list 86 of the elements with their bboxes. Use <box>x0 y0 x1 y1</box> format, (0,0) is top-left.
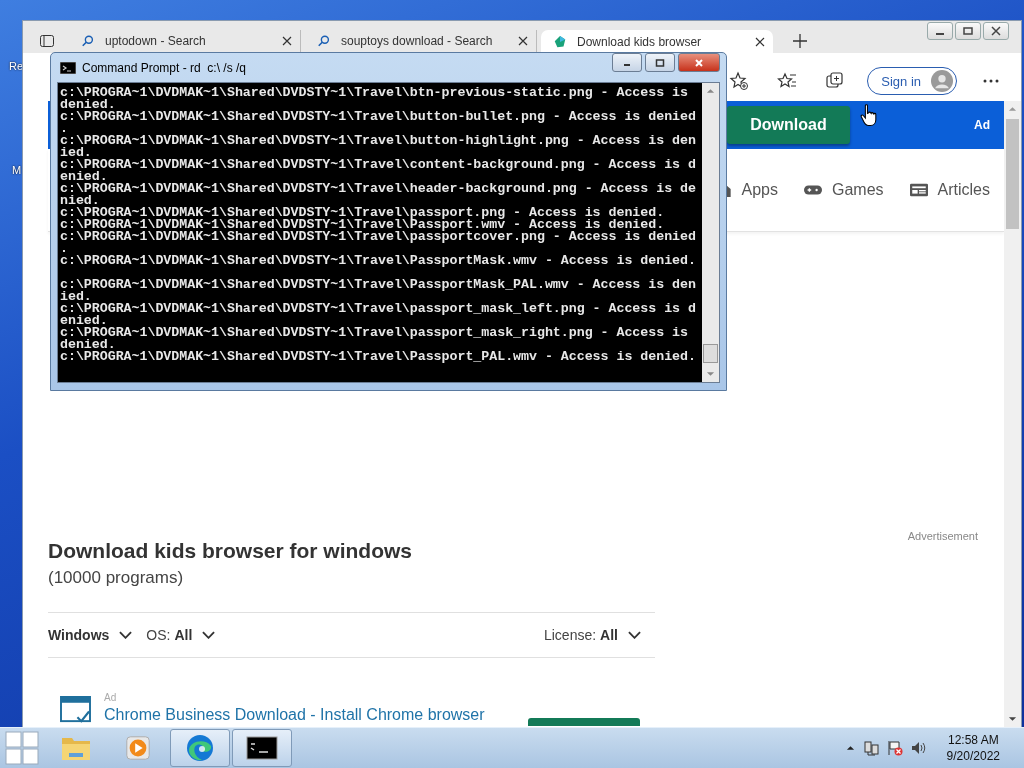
browser-window-icon <box>60 696 91 725</box>
console-line: c:\PROGRA~1\DVDMAK~1\Shared\DVDSTY~1\Travel\btn-previous-static.png - Access is <box>60 87 689 99</box>
console-line: c:\PROGRA~1\DVDMAK~1\Shared\DVDSTY~1\Travel\PassportMask_PAL.wmv - Access is den <box>60 279 697 291</box>
collections-icon[interactable] <box>825 71 846 91</box>
restore-button[interactable] <box>955 22 981 40</box>
scroll-thumb[interactable] <box>703 344 718 363</box>
close-icon <box>991 26 1001 36</box>
console-line: . <box>60 123 68 135</box>
clock[interactable]: 12:58 AM 9/20/2022 <box>946 732 1000 764</box>
scrollbar[interactable] <box>1004 101 1021 727</box>
scroll-up-icon[interactable] <box>706 88 715 94</box>
console-line: ied. <box>60 147 92 159</box>
nav-link[interactable]: Games <box>803 181 884 199</box>
search-icon <box>317 34 331 48</box>
ad-link[interactable]: Chrome Business Download - Install Chrome browser <box>104 706 485 724</box>
os-filter[interactable]: OS: All <box>146 627 216 643</box>
newspaper-icon <box>909 182 928 198</box>
avatar-icon <box>931 70 953 92</box>
close-icon[interactable] <box>518 36 528 46</box>
console-line: c:\PROGRA~1\DVDMAK~1\Shared\DVDSTY~1\Travel\passportcover.png - Access is denied <box>60 231 697 243</box>
add-favorite-icon[interactable] <box>729 71 750 91</box>
site-icon <box>553 34 567 49</box>
chevron-down-icon <box>628 631 641 639</box>
console-line: denied. <box>60 99 116 111</box>
sign-in-button[interactable]: Sign in <box>867 67 957 95</box>
media-player-icon <box>124 734 152 762</box>
ad-label: Ad <box>974 118 990 132</box>
scroll-thumb[interactable] <box>1006 119 1019 229</box>
console-line: ied. <box>60 291 92 303</box>
close-icon <box>694 57 704 68</box>
hand-cursor-icon <box>860 104 877 127</box>
browser-icon <box>185 733 215 763</box>
console-line: denied. <box>60 339 116 351</box>
console-line: c:\PROGRA~1\DVDMAK~1\Shared\DVDSTY~1\Travel\Passport.wmv - Access is denied. <box>60 219 665 231</box>
minimize-button[interactable] <box>927 22 953 40</box>
restore-icon <box>963 26 973 36</box>
chevron-down-icon <box>202 631 216 639</box>
program-count: (10000 programs) <box>48 568 185 588</box>
page-heading: Download kids browser for windows <box>48 538 414 564</box>
console-icon <box>246 736 278 760</box>
maximize-icon <box>655 57 665 68</box>
license-filter[interactable]: License: All <box>543 627 641 643</box>
console-line: c:\PROGRA~1\DVDMAK~1\Shared\DVDSTY~1\Travel\passport_mask_right.png - Access is <box>60 327 689 339</box>
console-line: enied. <box>60 315 108 327</box>
console-line: c:\PROGRA~1\DVDMAK~1\Shared\DVDSTY~1\Travel\Passport_PAL.wmv - Access is denied. <box>60 351 697 363</box>
browser-tab[interactable]: Download kids browser <box>541 30 773 53</box>
desktop-icon-label[interactable]: Re <box>9 60 24 72</box>
minimize-icon <box>624 64 630 66</box>
close-button[interactable] <box>983 22 1009 40</box>
console-line: c:\PROGRA~1\DVDMAK~1\Shared\DVDSTY~1\Travel\button-highlight.png - Access is den <box>60 135 697 147</box>
ad-label: Ad <box>104 692 118 703</box>
maximize-button[interactable] <box>645 53 675 72</box>
volume-icon[interactable] <box>910 740 927 756</box>
platform-filter[interactable]: Windows <box>48 627 133 643</box>
windows-logo-icon <box>2 728 42 768</box>
console-line: c:\PROGRA~1\DVDMAK~1\Shared\DVDSTY~1\Travel\header-background.png - Access is de <box>60 183 697 195</box>
close-button[interactable] <box>678 53 720 72</box>
console-line: c:\PROGRA~1\DVDMAK~1\Shared\DVDSTY~1\Travel\passport_mask_left.png - Access is d <box>60 303 697 315</box>
window-title: Command Prompt - rd c:\ /s /q <box>82 60 247 75</box>
console-line: . <box>60 243 68 255</box>
flag-icon[interactable] <box>886 740 903 756</box>
close-icon[interactable] <box>282 36 292 46</box>
favorites-icon[interactable] <box>777 71 798 91</box>
console-line: nied. <box>60 195 100 207</box>
nav-link[interactable]: Articles <box>909 181 990 199</box>
scroll-down-icon[interactable] <box>1008 716 1017 722</box>
download-button[interactable]: Download <box>727 106 850 144</box>
network-icon[interactable] <box>862 740 879 756</box>
console-icon <box>60 61 76 74</box>
advertisement-label: Advertisement <box>907 530 978 544</box>
console-line: enied. <box>60 171 108 183</box>
chevron-down-icon <box>119 631 133 639</box>
desktop-icon-label[interactable]: M <box>12 164 22 176</box>
console-line: c:\PROGRA~1\DVDMAK~1\Shared\DVDSTY~1\Travel\passport.png - Access is denied. <box>60 207 666 219</box>
console-line: c:\PROGRA~1\DVDMAK~1\Shared\DVDSTY~1\Travel\PassportMask.wmv - Access is denied. <box>60 255 697 267</box>
search-icon <box>81 34 95 48</box>
minimize-button[interactable] <box>612 53 642 72</box>
scrollbar[interactable] <box>702 83 719 382</box>
close-icon[interactable] <box>755 36 765 47</box>
taskbar-app[interactable] <box>232 729 292 767</box>
tab-actions-icon[interactable] <box>39 33 55 49</box>
minimize-icon <box>936 32 944 35</box>
console-line: c:\PROGRA~1\DVDMAK~1\Shared\DVDSTY~1\Travel\button-bullet.png - Access is denied <box>60 111 697 123</box>
new-tab-icon[interactable] <box>793 34 807 48</box>
show-hidden-icons-icon[interactable] <box>845 745 855 751</box>
console-line: c:\PROGRA~1\DVDMAK~1\Shared\DVDSTY~1\Travel\content-background.png - Access is d <box>60 159 697 171</box>
